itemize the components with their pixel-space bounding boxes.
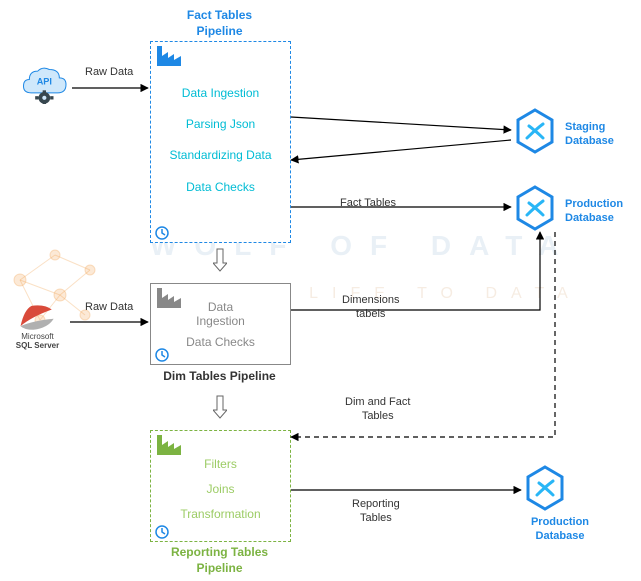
clock-icon xyxy=(155,525,169,539)
rep-step-filters: Filters xyxy=(159,455,282,474)
fact-pipeline: Data Ingestion Parsing Json Standardizin… xyxy=(150,41,291,243)
api-source: API xyxy=(18,60,73,115)
edge-prod-to-reporting xyxy=(291,232,555,437)
fact-step-checks: Data Checks xyxy=(159,178,282,197)
sql-server-source: MicrosoftSQL Server xyxy=(10,300,65,355)
edge-staging-to-standardize xyxy=(291,140,511,160)
api-icon: API xyxy=(21,60,71,104)
fact-step-ingestion: Data Ingestion xyxy=(159,84,282,103)
factory-icon xyxy=(157,46,181,66)
reporting-pipeline-title: Reporting Tables Pipeline xyxy=(150,545,289,576)
edge-label-reporting-tables: Reporting Tables xyxy=(352,497,400,526)
production-database-top: Production Database xyxy=(515,185,605,234)
production-db-label-2: Production Database xyxy=(520,515,600,544)
fact-step-parsing: Parsing Json xyxy=(159,115,282,134)
edge-dim-to-prod xyxy=(291,232,540,310)
edge-label-fact-tables: Fact Tables xyxy=(340,196,396,210)
clock-icon xyxy=(155,348,169,362)
fact-step-standardizing: Standardizing Data xyxy=(159,146,282,165)
edge-label-dim-tables: Dimensions tabels xyxy=(342,293,399,322)
api-label: API xyxy=(36,77,51,87)
edge-label-raw-data-1: Raw Data xyxy=(85,65,133,79)
fact-pipeline-title: Fact Tables Pipeline xyxy=(150,8,289,39)
edge-parsing-to-staging xyxy=(291,117,511,130)
rep-step-joins: Joins xyxy=(159,480,282,499)
sql-vendor-label: Microsoft xyxy=(21,332,53,341)
hexagon-db-icon xyxy=(515,185,555,231)
production-database-bottom: Production Database xyxy=(525,465,615,514)
sql-server-icon xyxy=(15,300,61,332)
dim-step-checks: Data Checks xyxy=(159,335,282,349)
factory-icon xyxy=(157,288,181,308)
rep-step-transformation: Transformation xyxy=(159,505,282,524)
sql-server-label: SQL Server xyxy=(16,341,59,350)
factory-icon xyxy=(157,435,181,455)
staging-database: Staging Database xyxy=(515,108,605,157)
reporting-pipeline: Filters Joins Transformation xyxy=(150,430,291,542)
down-arrow-icon xyxy=(213,394,227,420)
production-db-label-1: Production Database xyxy=(565,197,623,226)
hexagon-db-icon xyxy=(525,465,565,511)
dim-pipeline-title: Dim Tables Pipeline xyxy=(150,369,289,385)
down-arrow-icon xyxy=(213,247,227,273)
edge-label-raw-data-2: Raw Data xyxy=(85,300,133,314)
hexagon-db-icon xyxy=(515,108,555,154)
staging-db-label: Staging Database xyxy=(565,120,614,149)
edge-label-dim-fact: Dim and Fact Tables xyxy=(345,395,410,424)
clock-icon xyxy=(155,226,169,240)
dim-pipeline: Data Ingestion Data Checks xyxy=(150,283,291,365)
